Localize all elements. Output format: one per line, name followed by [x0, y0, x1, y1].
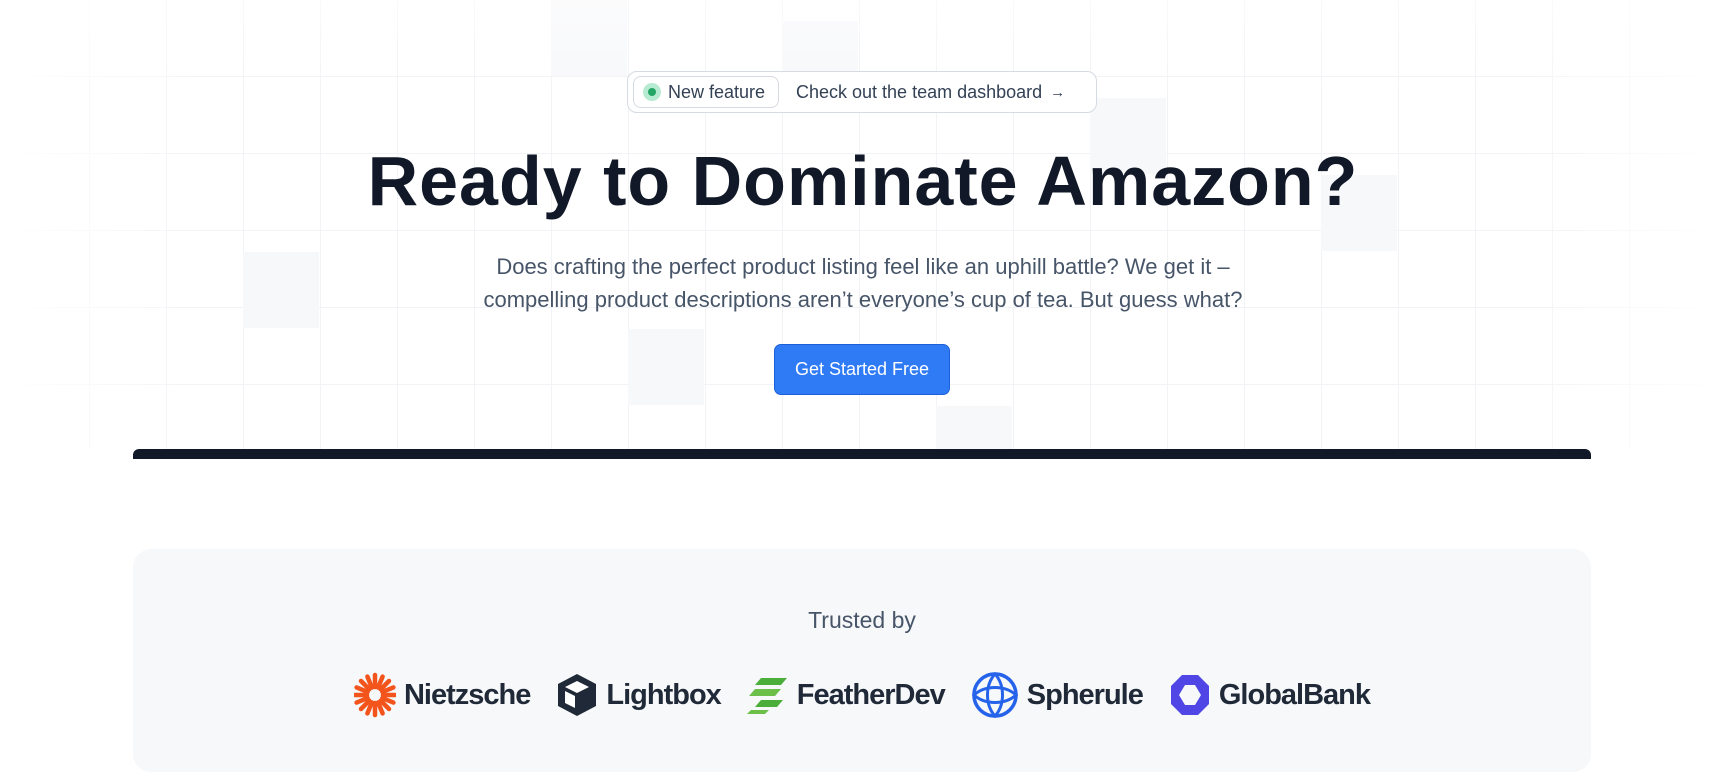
status-dot-icon [643, 83, 661, 101]
logo-lightbox: Lightbox [556, 672, 722, 718]
team-dashboard-link[interactable]: Check out the team dashboard → [796, 72, 1065, 112]
arrow-right-icon: → [1050, 83, 1066, 101]
logo-name: GlobalBank [1218, 678, 1371, 711]
subtitle-line-2: compelling product descriptions aren’t e… [483, 287, 1243, 312]
page-title: Ready to Dominate Amazon? [367, 142, 1359, 220]
cube-icon [558, 674, 597, 716]
logo-spherule: Spherule [971, 671, 1144, 719]
hero-section: New feature Check out the team dashboard… [0, 0, 1726, 450]
section-divider [133, 449, 1591, 459]
logo-row: Nietzsche Lightbox FeatherDev Spherule G… [133, 665, 1591, 725]
octagon-icon [1170, 675, 1209, 715]
logo-name: Lightbox [606, 678, 721, 711]
subtitle-line-1: Does crafting the perfect product listin… [496, 254, 1230, 279]
feather-icon [746, 678, 787, 714]
link-text: Check out the team dashboard [796, 81, 1043, 102]
trusted-by-section: Trusted by Nietzsche Lightbox FeatherDev… [133, 549, 1591, 772]
logo-name: Spherule [1026, 678, 1144, 711]
logo-featherdev: FeatherDev [746, 675, 946, 715]
new-feature-badge: New feature [633, 76, 779, 108]
logo-nietzsche: Nietzsche [353, 672, 531, 718]
logo-name: FeatherDev [796, 678, 946, 711]
badge-label: New feature [668, 81, 766, 102]
logo-name: Nietzsche [403, 678, 531, 711]
sphere-icon [971, 671, 1018, 719]
announcement-pill[interactable]: New feature Check out the team dashboard… [627, 71, 1097, 113]
sunburst-icon [353, 672, 396, 718]
hero-subtitle: Does crafting the perfect product listin… [0, 250, 1726, 316]
logo-globalbank: GlobalBank [1169, 673, 1371, 717]
get-started-button[interactable]: Get Started Free [774, 344, 950, 395]
trusted-by-title: Trusted by [808, 607, 916, 633]
